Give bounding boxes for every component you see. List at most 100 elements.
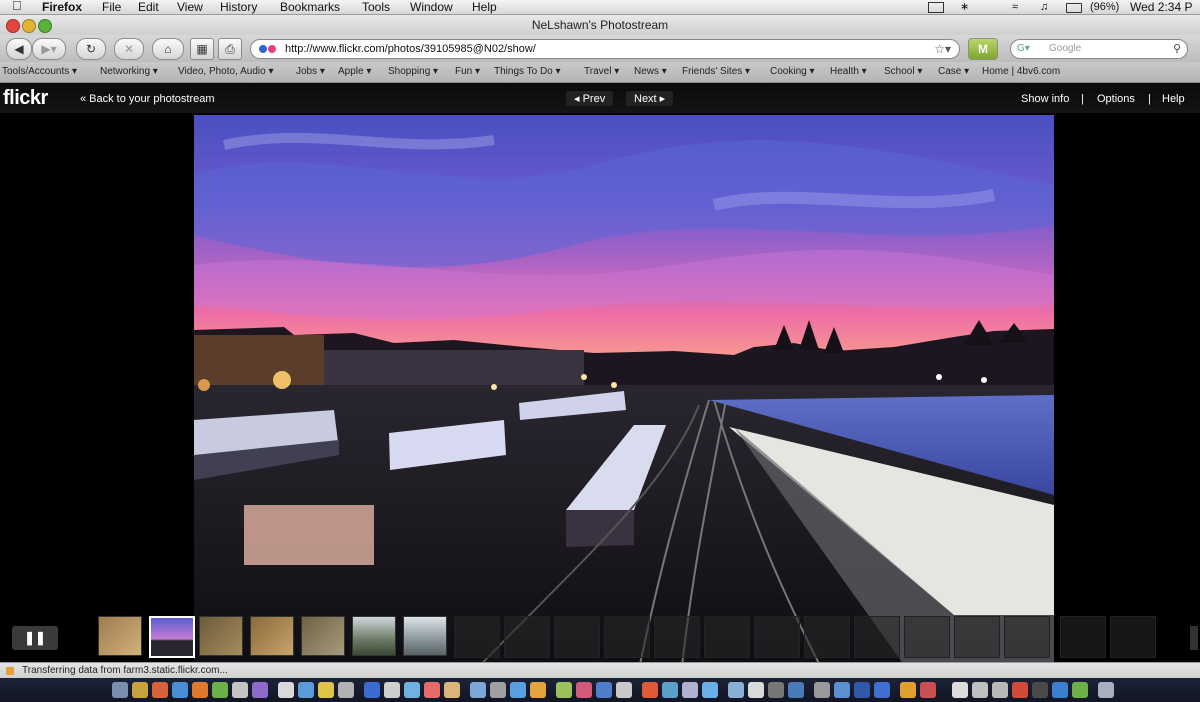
dock-app-icon[interactable] [814,682,830,698]
zoom-window-icon[interactable] [38,19,52,33]
wifi-icon[interactable]: ≈ [1012,0,1018,14]
flickr-logo[interactable]: flickr [3,87,48,110]
menu-view[interactable]: View [177,0,203,14]
menu-bookmarks[interactable]: Bookmarks [280,0,340,14]
display-icon[interactable] [928,2,944,13]
menu-file[interactable]: File [102,0,121,14]
search-magnifier-icon[interactable]: ⚲ [1173,40,1181,58]
bookmark-friends-sites[interactable]: Friends' Sites ▾ [682,62,750,82]
bookmark-school[interactable]: School ▾ [884,62,922,82]
thumbnail[interactable] [301,616,345,656]
dock-app-icon[interactable] [834,682,850,698]
dock-app-icon[interactable] [616,682,632,698]
dock-app-icon[interactable] [556,682,572,698]
forward-button[interactable]: ▶▾ [32,38,66,60]
battery-icon[interactable] [1066,3,1082,13]
stop-button[interactable]: ✕ [114,38,144,60]
dock-app-icon[interactable] [874,682,890,698]
dock-app-icon[interactable] [278,682,294,698]
dock-app-icon[interactable] [1032,682,1048,698]
thumbnail[interactable] [98,616,142,656]
options-link[interactable]: Options [1097,93,1135,105]
dock-app-icon[interactable] [1052,682,1068,698]
bookmark-video-photo-audio[interactable]: Video, Photo, Audio ▾ [178,62,273,82]
menu-edit[interactable]: Edit [138,0,159,14]
print-button[interactable]: ⎙ [218,38,242,60]
dock-folder-icon[interactable] [992,682,1008,698]
dock-app-icon[interactable] [470,682,486,698]
bluetooth-icon[interactable]: ∗ [960,0,969,14]
back-button[interactable]: ◀ [6,38,32,60]
reload-button[interactable]: ↻ [76,38,106,60]
bookmark-things-to-do[interactable]: Things To Do ▾ [494,62,561,82]
menu-clock[interactable]: Wed 2:34 P [1130,0,1192,14]
menu-app-name[interactable]: Firefox [42,0,82,14]
dock-app-icon[interactable] [152,682,168,698]
dock-app-icon[interactable] [318,682,334,698]
bookmark-case[interactable]: Case ▾ [938,62,969,82]
bookmark-health[interactable]: Health ▾ [830,62,867,82]
thumbnail[interactable] [403,616,447,656]
bookmark-news[interactable]: News ▾ [634,62,667,82]
dock-app-icon[interactable] [920,682,936,698]
slideshow-photo[interactable] [194,115,1054,693]
dock-app-icon[interactable] [702,682,718,698]
dock-app-icon[interactable] [490,682,506,698]
bookmark-star-icon[interactable]: ☆▾ [934,40,951,58]
dock-app-icon[interactable] [788,682,804,698]
menu-tools[interactable]: Tools [362,0,390,14]
dock-app-icon[interactable] [404,682,420,698]
addon-button[interactable]: M [968,38,998,60]
dock-app-icon[interactable] [338,682,354,698]
dock-app-icon[interactable] [900,682,916,698]
bookmark-jobs[interactable]: Jobs ▾ [296,62,325,82]
dock-app-icon[interactable] [444,682,460,698]
thumbnail-selected[interactable] [149,616,195,658]
dock-app-icon[interactable] [662,682,678,698]
dock-app-icon[interactable] [384,682,400,698]
firefox-icon[interactable] [192,682,208,698]
url-bar[interactable]: http://www.flickr.com/photos/39105985@N0… [250,39,960,59]
finder-icon[interactable] [112,682,128,698]
minimize-window-icon[interactable] [22,19,36,33]
pause-button[interactable]: ❚❚ [12,626,58,650]
dock-app-icon[interactable] [768,682,784,698]
bookmark-apple[interactable]: Apple ▾ [338,62,371,82]
thumbnail[interactable] [199,616,243,656]
dock-app-icon[interactable] [212,682,228,698]
dock-app-icon[interactable] [172,682,188,698]
search-input[interactable]: G▾ Google ⚲ [1010,39,1188,59]
menu-window[interactable]: Window [410,0,453,14]
search-engine-icon[interactable]: G▾ [1017,40,1030,58]
bookmark-travel[interactable]: Travel ▾ [584,62,619,82]
bookmark-shopping[interactable]: Shopping ▾ [388,62,438,82]
home-button[interactable]: ⌂ [152,38,184,60]
dock-app-icon[interactable] [576,682,592,698]
dock-app-icon[interactable] [1072,682,1088,698]
menu-history[interactable]: History [220,0,257,14]
bookmark-cooking[interactable]: Cooking ▾ [770,62,815,82]
volume-icon[interactable]: ♫ [1040,0,1048,14]
apple-icon[interactable]:  [12,0,22,13]
bookmark-networking[interactable]: Networking ▾ [100,62,158,82]
dock-app-icon[interactable] [132,682,148,698]
dock-app-icon[interactable] [728,682,744,698]
dock-app-icon[interactable] [854,682,870,698]
dock-app-icon[interactable] [530,682,546,698]
next-button[interactable]: Next ▸ [626,91,674,106]
help-link[interactable]: Help [1162,93,1185,105]
dock-app-icon[interactable] [1012,682,1028,698]
screen-grab-button[interactable]: ▦ [190,38,214,60]
dock-app-icon[interactable] [596,682,612,698]
prev-button[interactable]: ◂ Prev [566,91,614,106]
menu-help[interactable]: Help [472,0,497,14]
dock-app-icon[interactable] [510,682,526,698]
bookmark-tools-accounts[interactable]: Tools/Accounts ▾ [2,62,77,82]
bookmark-fun[interactable]: Fun ▾ [455,62,480,82]
dock-app-icon[interactable] [748,682,764,698]
bookmark-home-4bv6[interactable]: Home | 4bv6.com [982,62,1060,82]
show-info-link[interactable]: Show info [1021,93,1069,105]
filmstrip-scroll-handle[interactable] [1190,626,1198,650]
dock-app-icon[interactable] [364,682,380,698]
dock-folder-icon[interactable] [952,682,968,698]
